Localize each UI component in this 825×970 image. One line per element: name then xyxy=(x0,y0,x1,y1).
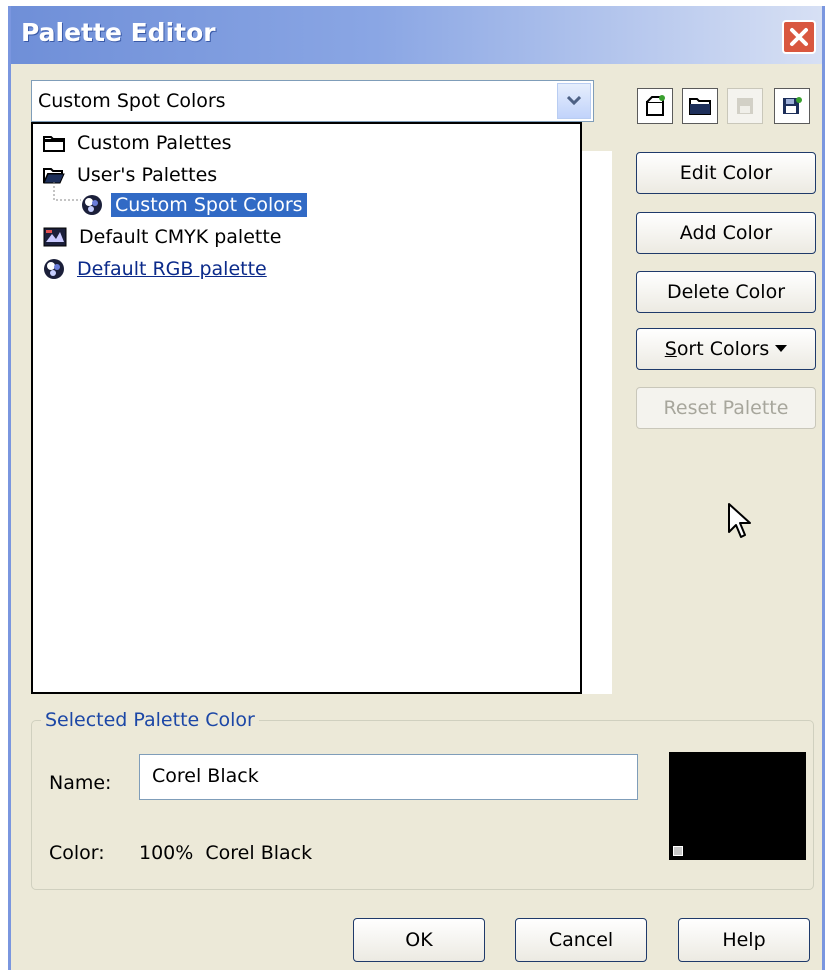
reset-palette-button[interactable]: Reset Palette xyxy=(636,387,816,429)
color-swatch xyxy=(669,752,806,860)
color-label: Color: xyxy=(49,842,105,864)
tree-item-label: User's Palettes xyxy=(77,164,218,186)
cancel-button[interactable]: Cancel xyxy=(515,918,647,962)
save-as-icon xyxy=(783,97,802,114)
cancel-label: Cancel xyxy=(548,929,614,951)
new-palette-icon xyxy=(646,95,665,116)
swatch-marker xyxy=(673,846,683,856)
mouse-pointer-icon xyxy=(728,503,751,538)
edit-color-label: Edit Color xyxy=(679,162,773,184)
open-palette-button[interactable] xyxy=(682,88,718,124)
tree-item-label: Default RGB palette xyxy=(77,258,267,280)
close-button[interactable] xyxy=(782,20,816,54)
color-name-field[interactable]: Corel Black xyxy=(139,754,638,800)
help-label: Help xyxy=(722,929,766,951)
save-as-palette-button[interactable] xyxy=(774,88,810,124)
reset-palette-label: Reset Palette xyxy=(663,397,789,419)
tree-item-label: Custom Spot Colors xyxy=(111,193,307,217)
title-bar[interactable]: Palette Editor xyxy=(11,6,822,64)
rgb-palette-icon xyxy=(82,195,102,215)
tree-connector-line xyxy=(53,182,81,201)
palette-tree[interactable]: Custom Palettes User's Palettes Custom S… xyxy=(31,122,582,694)
add-color-button[interactable]: Add Color xyxy=(636,212,816,254)
chevron-down-icon xyxy=(567,96,581,106)
cmyk-palette-icon xyxy=(43,227,67,247)
save-palette-button[interactable] xyxy=(727,88,763,124)
tree-item-custom-palettes[interactable]: Custom Palettes xyxy=(43,128,236,158)
close-icon xyxy=(790,28,808,46)
ok-button[interactable]: OK xyxy=(353,918,485,962)
add-color-label: Add Color xyxy=(679,222,773,244)
triangle-down-icon xyxy=(775,345,788,352)
sort-colors-button[interactable]: Sort Colors xyxy=(636,328,816,370)
ok-label: OK xyxy=(405,929,433,951)
name-label: Name: xyxy=(49,772,112,794)
delete-color-button[interactable]: Delete Color xyxy=(636,271,816,313)
folder-closed-icon xyxy=(43,136,65,152)
color-name-value: Corel Black xyxy=(152,765,259,787)
tree-item-default-rgb-palette[interactable]: Default RGB palette xyxy=(43,254,271,284)
sort-colors-label: Sort Colors xyxy=(664,338,770,360)
palette-select[interactable]: Custom Spot Colors xyxy=(31,80,594,122)
group-legend: Selected Palette Color xyxy=(41,709,259,731)
tree-item-label: Default CMYK palette xyxy=(79,226,282,248)
tree-item-default-cmyk-palette[interactable]: Default CMYK palette xyxy=(43,222,286,252)
color-value: 100% Corel Black xyxy=(139,842,313,864)
delete-color-label: Delete Color xyxy=(666,281,786,303)
help-button[interactable]: Help xyxy=(678,918,810,962)
tree-item-label: Custom Palettes xyxy=(77,132,232,154)
dropdown-arrow-button[interactable] xyxy=(557,83,591,119)
palette-list-background xyxy=(582,151,612,694)
open-folder-icon xyxy=(689,98,711,115)
tree-item-custom-spot-colors[interactable]: Custom Spot Colors xyxy=(81,190,307,220)
new-palette-button[interactable] xyxy=(637,88,673,124)
save-disabled-icon xyxy=(737,98,753,114)
palette-select-value: Custom Spot Colors xyxy=(38,90,226,112)
edit-color-button[interactable]: Edit Color xyxy=(636,152,816,194)
window-title: Palette Editor xyxy=(21,18,216,47)
rgb-palette-icon xyxy=(44,259,64,279)
palette-editor-window: Palette Editor Custom Spot Colors Custom… xyxy=(8,6,825,970)
